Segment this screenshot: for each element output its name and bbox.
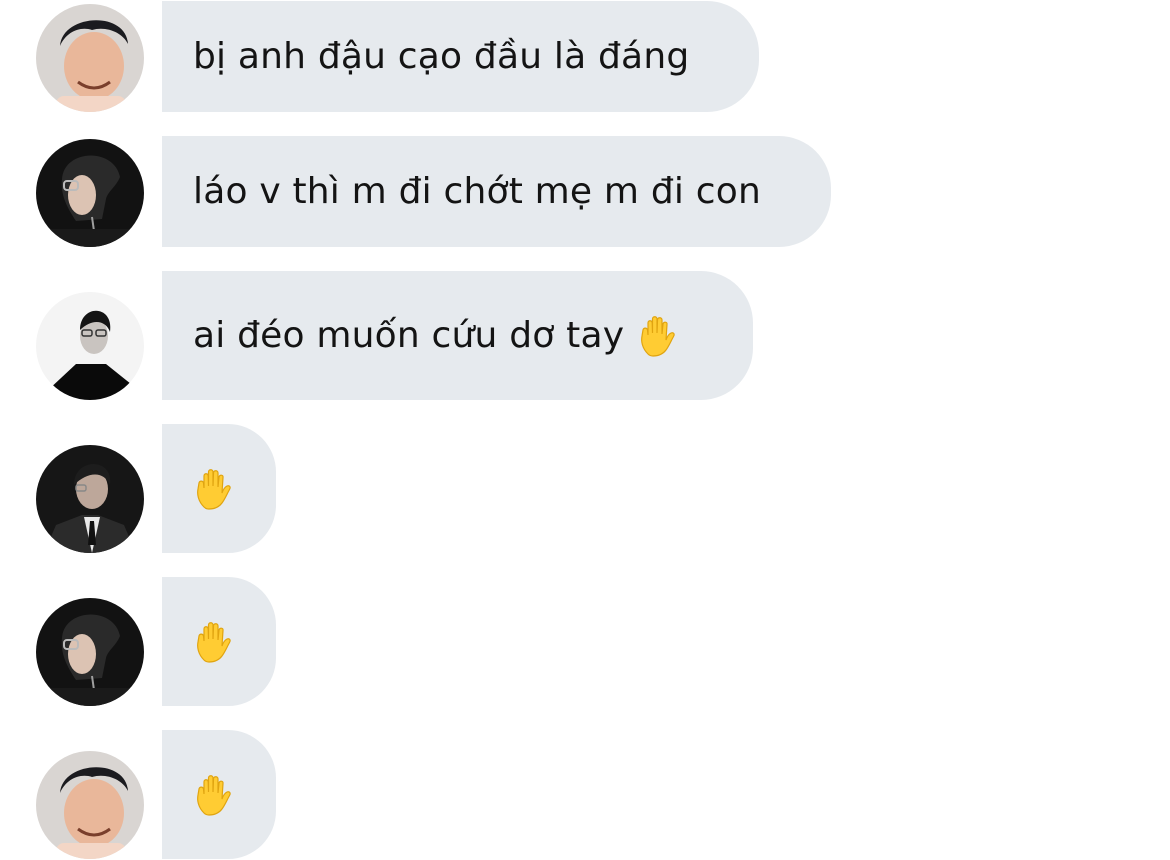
avatar[interactable]	[36, 445, 144, 553]
avatar[interactable]	[36, 4, 144, 112]
avatar-man-glasses-profile-icon	[36, 139, 144, 247]
message-text: láo v thì m đi chớt mẹ m đi con	[193, 171, 761, 212]
message-bubble[interactable]	[162, 577, 276, 706]
avatar-young-man-smiling-icon	[36, 4, 144, 112]
raised-hand-icon	[192, 467, 236, 511]
avatar-man-glasses-bw-icon	[36, 292, 144, 400]
avatar-man-glasses-profile-icon	[36, 598, 144, 706]
message-bubble[interactable]: bị anh đậu cạo đầu là đáng	[162, 1, 759, 112]
message-bubble[interactable]	[162, 424, 276, 553]
message-text: bị anh đậu cạo đầu là đáng	[193, 36, 690, 77]
avatar-young-man-smiling-icon	[36, 751, 144, 859]
raised-hand-icon	[192, 620, 236, 664]
avatar[interactable]	[36, 292, 144, 400]
avatar-man-suit-icon	[36, 445, 144, 553]
message-text: ai đéo muốn cứu dơ tay	[193, 315, 625, 356]
message-bubble[interactable]	[162, 730, 276, 859]
avatar[interactable]	[36, 751, 144, 859]
message-bubble[interactable]: ai đéo muốn cứu dơ tay	[162, 271, 753, 400]
raised-hand-icon	[192, 773, 236, 817]
avatar[interactable]	[36, 598, 144, 706]
avatar[interactable]	[36, 139, 144, 247]
message-bubble[interactable]: láo v thì m đi chớt mẹ m đi con	[162, 136, 831, 247]
raised-hand-icon	[636, 314, 680, 358]
